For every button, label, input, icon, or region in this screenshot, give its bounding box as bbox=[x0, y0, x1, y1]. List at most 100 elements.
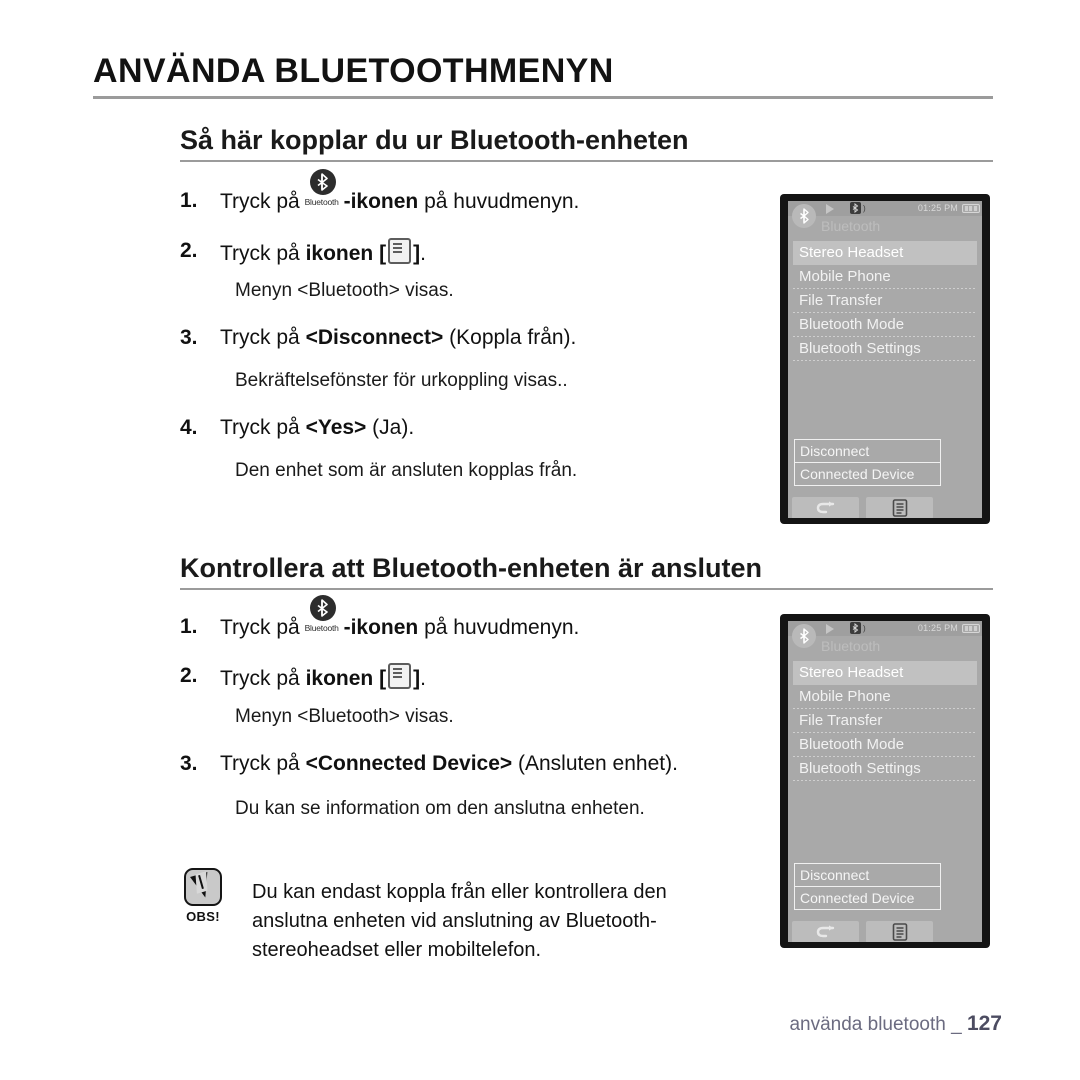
bluetooth-audio-icon bbox=[850, 202, 861, 214]
step-note-1-2: Bekräftelsefönster för urkoppling visas.… bbox=[235, 370, 568, 391]
step-note-1-1: Menyn <Bluetooth> visas. bbox=[235, 280, 454, 301]
step-text-bold: <Connected Device> bbox=[305, 752, 513, 775]
step-1-3: 3. Tryck på <Disconnect> (Koppla från). bbox=[180, 325, 576, 351]
screen-title: Bluetooth bbox=[821, 218, 881, 234]
section-divider bbox=[180, 160, 993, 162]
footer-label: använda bluetooth _ bbox=[789, 1014, 962, 1035]
step-text-bold: ikonen [ bbox=[305, 242, 387, 265]
step-2-3: 3. Tryck på <Connected Device> (Ansluten… bbox=[180, 751, 678, 777]
step-number: 3. bbox=[180, 752, 198, 775]
menu-key-icon[interactable] bbox=[866, 497, 933, 518]
back-arrow-icon[interactable] bbox=[792, 921, 859, 942]
menu-item-file-transfer[interactable]: File Transfer bbox=[793, 289, 977, 313]
device-screen: ) 01:25 PM Bluetooth Stereo Headset Mobi… bbox=[788, 621, 982, 942]
step-text-post: på huvudmenyn. bbox=[418, 190, 580, 213]
menu-key-icon bbox=[388, 238, 412, 264]
step-note-2-1: Menyn <Bluetooth> visas. bbox=[235, 706, 454, 727]
menu-key-icon[interactable] bbox=[866, 921, 933, 942]
menu-item-bluetooth-settings[interactable]: Bluetooth Settings bbox=[793, 337, 977, 361]
section-heading-check-connection: Kontrollera att Bluetooth-enheten är ans… bbox=[180, 553, 763, 583]
bluetooth-icon: Bluetooth bbox=[304, 595, 344, 634]
page-footer: använda bluetooth _ 127 bbox=[789, 1012, 1002, 1036]
menu-key-icon bbox=[388, 663, 412, 689]
manual-page: ANVÄNDA BLUETOOTHMENYN Så här kopplar du… bbox=[0, 0, 1080, 1080]
status-bar: ) 01:25 PM bbox=[788, 201, 982, 216]
step-number: 4. bbox=[180, 416, 198, 439]
step-text-bold: <Yes> bbox=[305, 416, 367, 439]
context-item-disconnect[interactable]: Disconnect bbox=[795, 440, 940, 463]
menu-item-bluetooth-mode[interactable]: Bluetooth Mode bbox=[793, 733, 977, 757]
context-item-connected-device[interactable]: Connected Device bbox=[795, 463, 940, 485]
status-time: 01:25 PM bbox=[917, 203, 958, 213]
menu-item-stereo-headset[interactable]: Stereo Headset bbox=[793, 241, 977, 265]
context-menu: Disconnect Connected Device bbox=[794, 863, 941, 910]
bluetooth-icon-caption: Bluetooth bbox=[304, 623, 339, 633]
device-screen: ) 01:25 PM Bluetooth Stereo Headset Mobi… bbox=[788, 201, 982, 518]
battery-full-icon bbox=[962, 204, 980, 213]
step-number: 2. bbox=[180, 664, 198, 687]
bluetooth-wave-icon: ) bbox=[863, 204, 866, 213]
bluetooth-icon-caption: Bluetooth bbox=[304, 197, 339, 207]
bluetooth-icon bbox=[792, 204, 816, 228]
bluetooth-wave-icon: ) bbox=[863, 624, 866, 633]
menu-item-mobile-phone[interactable]: Mobile Phone bbox=[793, 685, 977, 709]
note-text: Du kan endast koppla från eller kontroll… bbox=[252, 878, 667, 965]
step-note-2-2: Du kan se information om den anslutna en… bbox=[235, 798, 645, 819]
softkey-bar bbox=[792, 921, 933, 942]
note-label: OBS! bbox=[186, 909, 220, 924]
play-icon bbox=[826, 204, 834, 214]
step-number: 2. bbox=[180, 239, 198, 262]
step-text-pre: Tryck på bbox=[220, 190, 306, 213]
device-screenshot-connected-device: ) 01:25 PM Bluetooth Stereo Headset Mobi… bbox=[780, 614, 990, 948]
step-2-1: 1. Tryck på Bluetooth -ikonen på huvudmen… bbox=[180, 595, 580, 641]
step-text-bold: ikonen [ bbox=[305, 667, 387, 690]
step-text-post: på huvudmenyn. bbox=[418, 616, 580, 639]
step-text-pre: Tryck på bbox=[220, 752, 306, 775]
context-menu: Disconnect Connected Device bbox=[794, 439, 941, 486]
section-heading-disconnect: Så här kopplar du ur Bluetooth-enheten bbox=[180, 125, 689, 155]
step-1-2: 2. Tryck på ikonen []. bbox=[180, 238, 426, 267]
bluetooth-audio-icon bbox=[850, 622, 861, 634]
step-text-pre: Tryck på bbox=[220, 326, 306, 349]
menu-item-stereo-headset[interactable]: Stereo Headset bbox=[793, 661, 977, 685]
play-icon bbox=[826, 624, 834, 634]
menu-item-bluetooth-settings[interactable]: Bluetooth Settings bbox=[793, 757, 977, 781]
bluetooth-menu-list: Stereo Headset Mobile Phone File Transfe… bbox=[793, 241, 977, 361]
chapter-divider bbox=[93, 96, 993, 99]
back-arrow-icon[interactable] bbox=[792, 497, 859, 518]
section-divider bbox=[180, 588, 993, 590]
step-text-pre: Tryck på bbox=[220, 416, 306, 439]
step-text-post: (Koppla från). bbox=[443, 326, 577, 349]
step-1-4: 4. Tryck på <Yes> (Ja). bbox=[180, 415, 414, 441]
step-text-bold: -ikonen bbox=[343, 190, 419, 213]
step-text-pre: Tryck på bbox=[220, 667, 306, 690]
page-number: 127 bbox=[966, 1012, 1002, 1035]
step-1-1: 1. Tryck på Bluetooth -ikonen på huvudmen… bbox=[180, 169, 580, 215]
step-text-post: (Ja). bbox=[366, 416, 415, 439]
step-text-pre: Tryck på bbox=[220, 242, 306, 265]
menu-item-file-transfer[interactable]: File Transfer bbox=[793, 709, 977, 733]
note-pen-icon bbox=[184, 868, 222, 906]
step-text-bold: <Disconnect> bbox=[305, 326, 444, 349]
note-line: anslutna enheten vid anslutning av Bluet… bbox=[252, 910, 657, 932]
note-line: stereoheadset eller mobiltelefon. bbox=[252, 939, 542, 961]
status-bar: ) 01:25 PM bbox=[788, 621, 982, 636]
menu-item-mobile-phone[interactable]: Mobile Phone bbox=[793, 265, 977, 289]
menu-item-bluetooth-mode[interactable]: Bluetooth Mode bbox=[793, 313, 977, 337]
status-time: 01:25 PM bbox=[917, 623, 958, 633]
bluetooth-menu-list: Stereo Headset Mobile Phone File Transfe… bbox=[793, 661, 977, 781]
page-title: ANVÄNDA BLUETOOTHMENYN bbox=[93, 52, 614, 90]
screen-title: Bluetooth bbox=[821, 638, 881, 654]
step-text-post: (Ansluten enhet). bbox=[512, 752, 678, 775]
step-number: 1. bbox=[180, 189, 198, 212]
softkey-bar bbox=[792, 497, 933, 518]
step-number: 1. bbox=[180, 615, 198, 638]
context-item-disconnect[interactable]: Disconnect bbox=[795, 864, 940, 887]
note-icon-group: OBS! bbox=[180, 868, 226, 924]
context-item-connected-device[interactable]: Connected Device bbox=[795, 887, 940, 909]
battery-full-icon bbox=[962, 624, 980, 633]
step-text-post: . bbox=[420, 667, 426, 690]
bluetooth-icon bbox=[792, 624, 816, 648]
step-text-bold: -ikonen bbox=[343, 616, 419, 639]
step-note-1-3: Den enhet som är ansluten kopplas från. bbox=[235, 460, 578, 481]
